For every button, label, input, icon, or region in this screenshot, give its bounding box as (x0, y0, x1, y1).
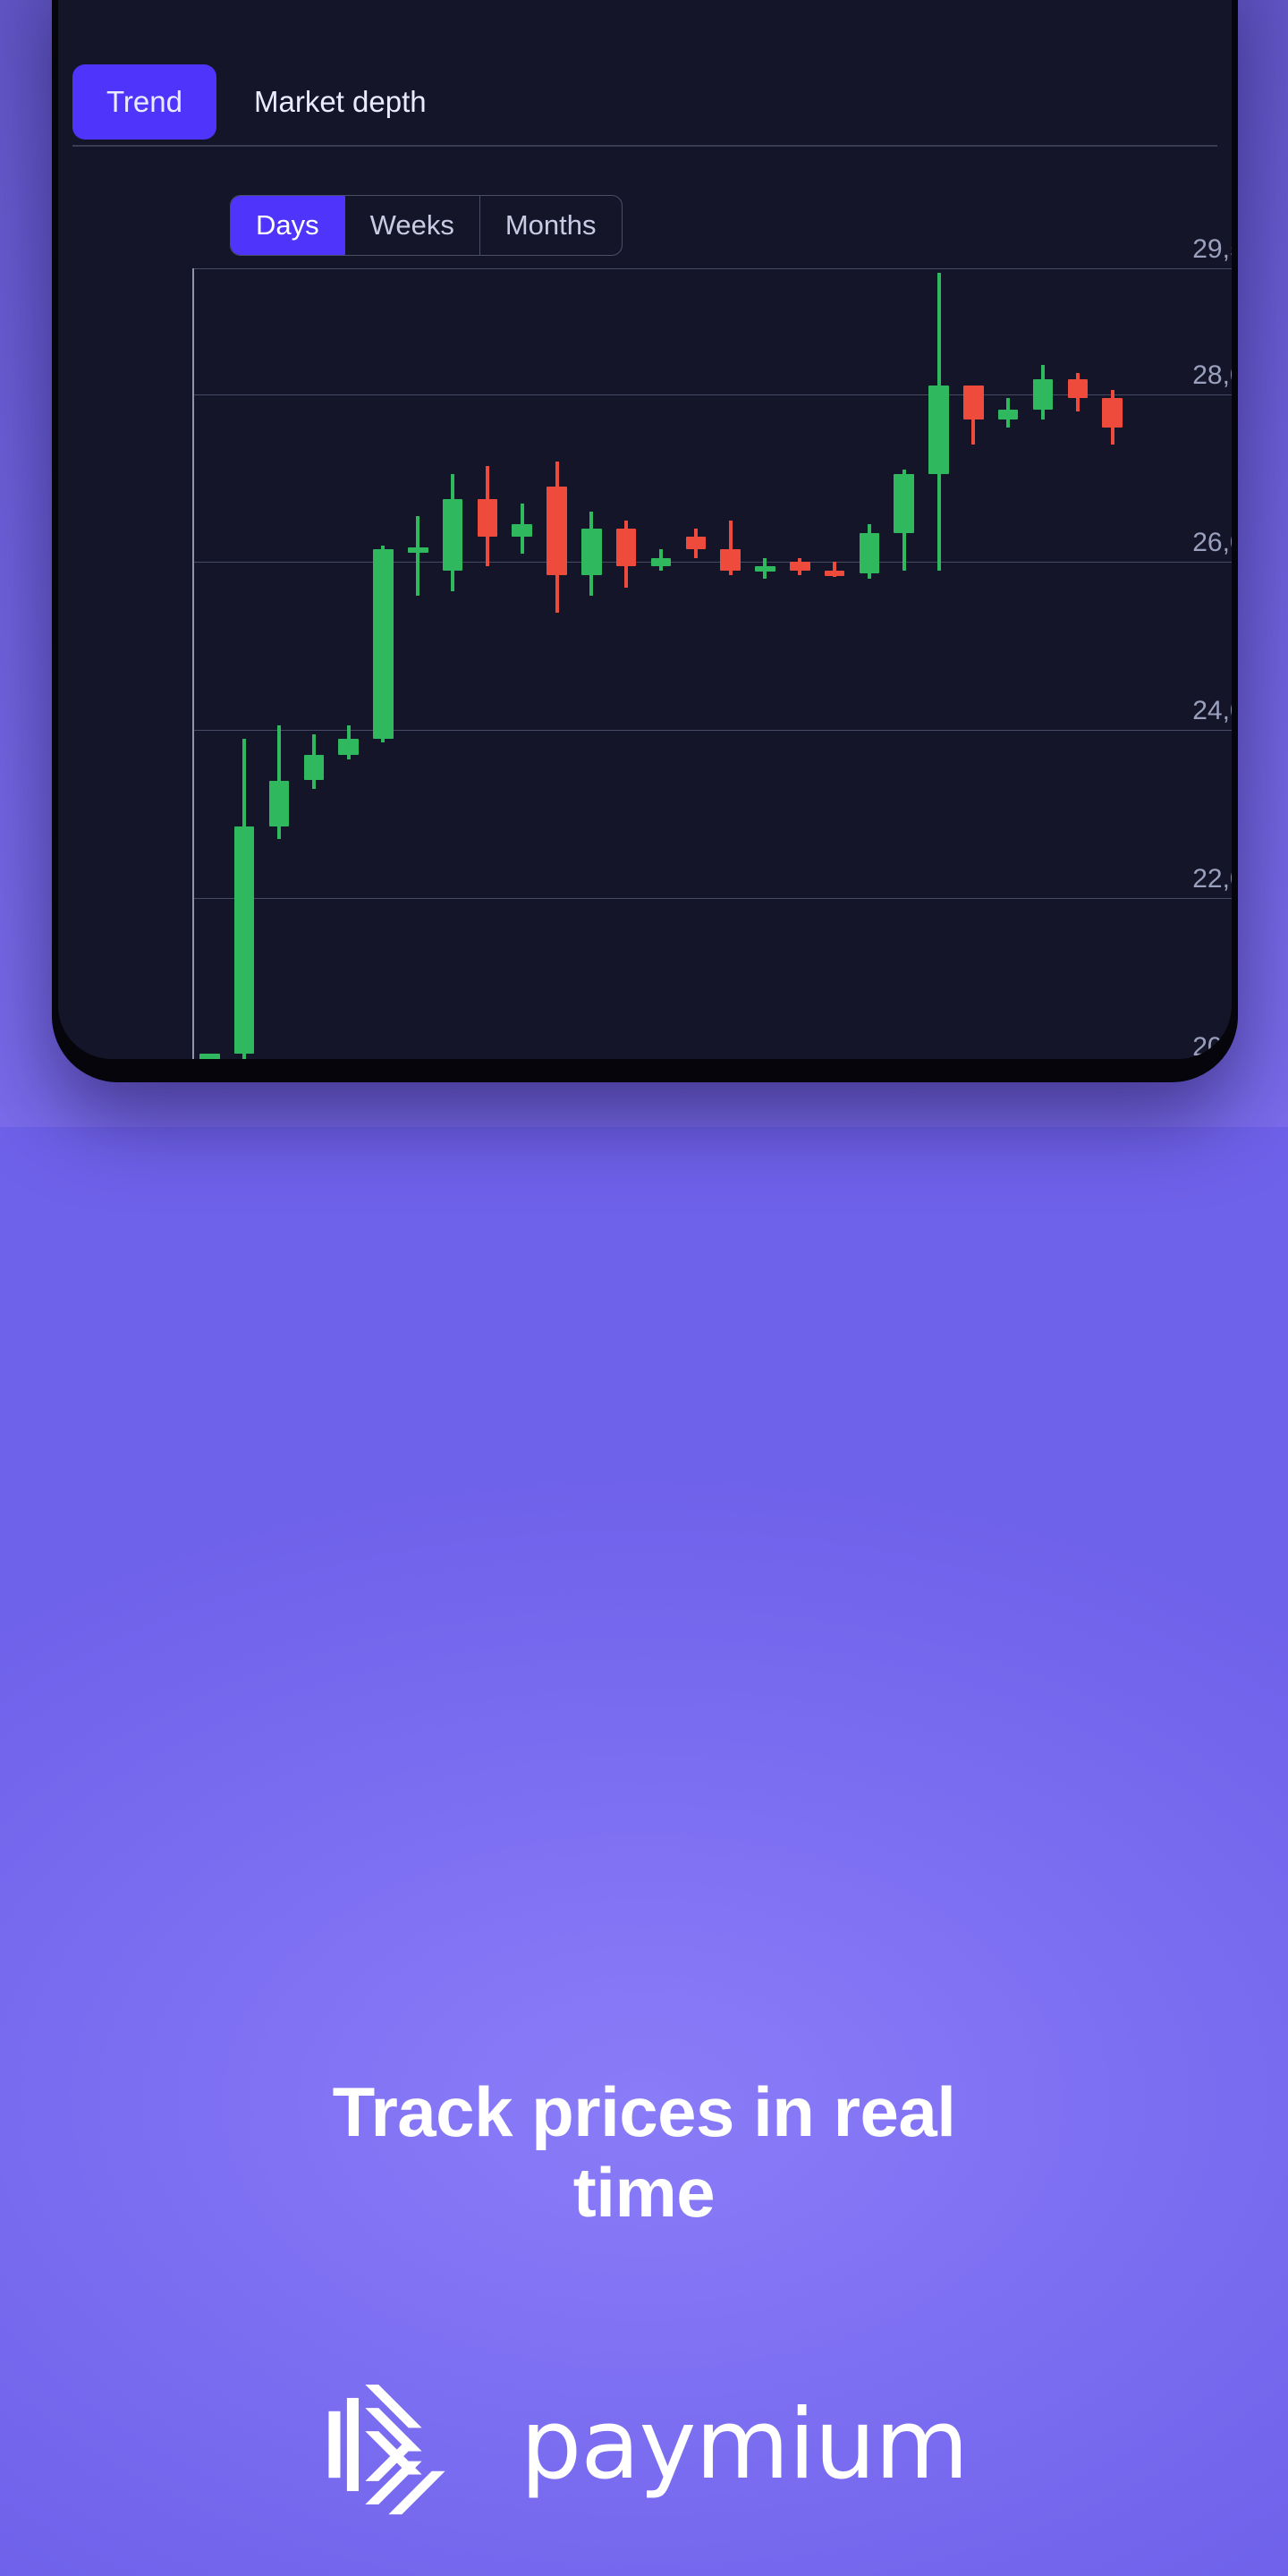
candle-body (408, 547, 428, 553)
candle-wick (416, 515, 420, 597)
promo-headline: Track prices in real time (0, 2072, 1288, 2233)
range-months-label: Months (504, 209, 597, 241)
candle-body (338, 738, 359, 756)
candle-body (477, 499, 498, 538)
candle-body (650, 557, 672, 567)
tab-trend[interactable]: Trend (72, 64, 216, 140)
candle-body (1067, 378, 1089, 399)
chart-y-tick-label: 22,000 (1192, 863, 1232, 894)
price-candlestick-chart[interactable]: 29,50028,00026,00024,00022,00020,00019,1… (192, 234, 1232, 1059)
candle-body (547, 487, 567, 575)
candle-body (512, 524, 532, 538)
chart-y-tick-label: 24,000 (1192, 696, 1232, 726)
range-months[interactable]: Months (480, 196, 622, 255)
candle-body (997, 409, 1019, 419)
candle-body (963, 386, 984, 419)
candle-body (928, 386, 949, 474)
candle-body (1032, 378, 1054, 410)
range-days[interactable]: Days (231, 196, 345, 255)
promo-headline-line1: Track prices in real (332, 2072, 956, 2151)
candle-body (373, 549, 394, 739)
candle-body (824, 570, 845, 576)
candle-body (268, 780, 290, 827)
tab-market-depth[interactable]: Market depth (220, 64, 461, 140)
candle-body (1102, 398, 1123, 428)
paymium-wordmark: paymium (520, 2388, 970, 2501)
promo-screenshot: 1.27% Trend Market depth Days Weeks (0, 0, 1288, 2576)
candle-body (581, 528, 602, 575)
chart-y-tick-label: 28,000 (1192, 360, 1232, 390)
candle-body (199, 1053, 220, 1059)
chart-y-tick-label: 29,500 (1192, 234, 1232, 264)
candle-body (615, 528, 637, 567)
candle-body (755, 566, 775, 572)
candle-body (790, 562, 810, 571)
chart-y-tick-label: 26,000 (1192, 528, 1232, 558)
brand-logo: paymium (0, 2361, 1288, 2528)
range-days-label: Days (256, 209, 319, 241)
candle-body (894, 473, 914, 533)
tab-market-depth-label: Market depth (253, 85, 427, 118)
chart-y-tick-label: 20,000 (1192, 1031, 1232, 1059)
phone-device-frame: 1.27% Trend Market depth Days Weeks (52, 0, 1238, 1082)
range-weeks[interactable]: Weeks (345, 196, 480, 255)
promo-headline-line2: time (572, 2153, 716, 2233)
candle-body (303, 755, 325, 781)
chart-candles (192, 268, 1130, 1059)
candle-body (685, 537, 707, 550)
paymium-mark-icon (328, 2385, 445, 2515)
tab-trend-label: Trend (106, 85, 182, 118)
candle-body (859, 532, 880, 573)
candle-body (442, 499, 463, 571)
candle-body (233, 826, 255, 1054)
chart-y-axis (192, 268, 194, 1059)
candle-body (720, 549, 741, 571)
phone-screen: 1.27% Trend Market depth Days Weeks (58, 0, 1232, 1059)
range-segmented-control: Days Weeks Months (230, 195, 623, 256)
chart-tab-bar: Trend Market depth (72, 59, 1217, 147)
range-weeks-label: Weeks (369, 209, 454, 241)
